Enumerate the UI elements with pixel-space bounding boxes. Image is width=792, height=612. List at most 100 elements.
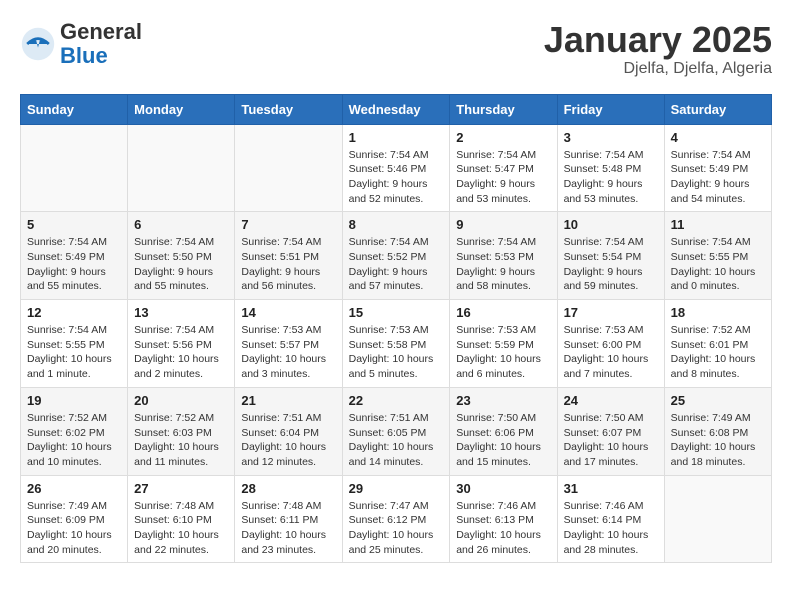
day-info: Sunrise: 7:52 AM Sunset: 6:03 PM Dayligh… <box>134 411 228 470</box>
day-info: Sunrise: 7:46 AM Sunset: 6:14 PM Dayligh… <box>564 499 658 558</box>
day-number: 9 <box>456 217 550 232</box>
day-number: 25 <box>671 393 765 408</box>
day-number: 5 <box>27 217 121 232</box>
day-number: 28 <box>241 481 335 496</box>
calendar-cell: 29 Sunrise: 7:47 AM Sunset: 6:12 PM Dayli… <box>342 475 450 563</box>
day-info: Sunrise: 7:53 AM Sunset: 6:00 PM Dayligh… <box>564 323 658 382</box>
day-number: 31 <box>564 481 658 496</box>
day-info: Sunrise: 7:50 AM Sunset: 6:07 PM Dayligh… <box>564 411 658 470</box>
day-number: 12 <box>27 305 121 320</box>
day-info: Sunrise: 7:51 AM Sunset: 6:05 PM Dayligh… <box>349 411 444 470</box>
logo-general-text: General <box>60 19 142 44</box>
calendar-cell: 17 Sunrise: 7:53 AM Sunset: 6:00 PM Dayli… <box>557 300 664 388</box>
calendar-week-4: 19Sunrise: 7:52 AM Sunset: 6:02 PM Dayli… <box>21 387 772 475</box>
calendar-cell: 14 Sunrise: 7:53 AM Sunset: 5:57 PM Dayli… <box>235 300 342 388</box>
day-info: Sunrise: 7:48 AM Sunset: 6:11 PM Dayligh… <box>241 499 335 558</box>
weekday-header-saturday: Saturday <box>664 94 771 124</box>
day-info: Sunrise: 7:46 AM Sunset: 6:13 PM Dayligh… <box>456 499 550 558</box>
calendar-table: SundayMondayTuesdayWednesdayThursdayFrid… <box>20 94 772 564</box>
day-info: Sunrise: 7:51 AM Sunset: 6:04 PM Dayligh… <box>241 411 335 470</box>
calendar-cell: 4 Sunrise: 7:54 AM Sunset: 5:49 PM Daylig… <box>664 124 771 212</box>
calendar-cell: 25 Sunrise: 7:49 AM Sunset: 6:08 PM Dayli… <box>664 387 771 475</box>
day-info: Sunrise: 7:47 AM Sunset: 6:12 PM Dayligh… <box>349 499 444 558</box>
calendar-cell: 8Sunrise: 7:54 AM Sunset: 5:52 PM Daylig… <box>342 212 450 300</box>
calendar-cell <box>21 124 128 212</box>
day-number: 24 <box>564 393 658 408</box>
day-number: 22 <box>349 393 444 408</box>
calendar-cell: 11Sunrise: 7:54 AM Sunset: 5:55 PM Dayli… <box>664 212 771 300</box>
calendar-cell: 9Sunrise: 7:54 AM Sunset: 5:53 PM Daylig… <box>450 212 557 300</box>
day-info: Sunrise: 7:54 AM Sunset: 5:50 PM Dayligh… <box>134 235 228 294</box>
day-number: 3 <box>564 130 658 145</box>
day-number: 11 <box>671 217 765 232</box>
day-info: Sunrise: 7:49 AM Sunset: 6:09 PM Dayligh… <box>27 499 121 558</box>
day-info: Sunrise: 7:54 AM Sunset: 5:49 PM Dayligh… <box>671 148 765 207</box>
logo-blue-text: Blue <box>60 43 108 68</box>
calendar-cell: 6 Sunrise: 7:54 AM Sunset: 5:50 PM Daylig… <box>128 212 235 300</box>
calendar-cell: 21 Sunrise: 7:51 AM Sunset: 6:04 PM Dayli… <box>235 387 342 475</box>
calendar-cell: 31 Sunrise: 7:46 AM Sunset: 6:14 PM Dayli… <box>557 475 664 563</box>
calendar-cell <box>664 475 771 563</box>
day-number: 29 <box>349 481 444 496</box>
day-info: Sunrise: 7:53 AM Sunset: 5:59 PM Dayligh… <box>456 323 550 382</box>
day-info: Sunrise: 7:50 AM Sunset: 6:06 PM Dayligh… <box>456 411 550 470</box>
month-year-title: January 2025 <box>544 20 772 60</box>
calendar-cell: 20 Sunrise: 7:52 AM Sunset: 6:03 PM Dayli… <box>128 387 235 475</box>
day-info: Sunrise: 7:53 AM Sunset: 5:57 PM Dayligh… <box>241 323 335 382</box>
day-info: Sunrise: 7:54 AM Sunset: 5:47 PM Dayligh… <box>456 148 550 207</box>
logo-icon <box>20 26 56 62</box>
day-number: 15 <box>349 305 444 320</box>
calendar-cell: 3 Sunrise: 7:54 AM Sunset: 5:48 PM Daylig… <box>557 124 664 212</box>
page-header: General Blue January 2025 Djelfa, Djelfa… <box>20 20 772 78</box>
calendar-week-1: 1 Sunrise: 7:54 AM Sunset: 5:46 PM Daylig… <box>21 124 772 212</box>
calendar-cell <box>235 124 342 212</box>
day-number: 17 <box>564 305 658 320</box>
day-number: 20 <box>134 393 228 408</box>
calendar-cell: 16 Sunrise: 7:53 AM Sunset: 5:59 PM Dayli… <box>450 300 557 388</box>
day-info: Sunrise: 7:54 AM Sunset: 5:56 PM Dayligh… <box>134 323 228 382</box>
weekday-header-thursday: Thursday <box>450 94 557 124</box>
calendar-cell: 7Sunrise: 7:54 AM Sunset: 5:51 PM Daylig… <box>235 212 342 300</box>
calendar-cell: 15Sunrise: 7:53 AM Sunset: 5:58 PM Dayli… <box>342 300 450 388</box>
day-number: 26 <box>27 481 121 496</box>
calendar-week-5: 26 Sunrise: 7:49 AM Sunset: 6:09 PM Dayli… <box>21 475 772 563</box>
day-number: 8 <box>349 217 444 232</box>
calendar-cell: 13Sunrise: 7:54 AM Sunset: 5:56 PM Dayli… <box>128 300 235 388</box>
day-info: Sunrise: 7:54 AM Sunset: 5:49 PM Dayligh… <box>27 235 121 294</box>
calendar-cell: 18 Sunrise: 7:52 AM Sunset: 6:01 PM Dayli… <box>664 300 771 388</box>
calendar-cell: 28 Sunrise: 7:48 AM Sunset: 6:11 PM Dayli… <box>235 475 342 563</box>
day-info: Sunrise: 7:54 AM Sunset: 5:55 PM Dayligh… <box>27 323 121 382</box>
weekday-header-monday: Monday <box>128 94 235 124</box>
calendar-cell: 30 Sunrise: 7:46 AM Sunset: 6:13 PM Dayli… <box>450 475 557 563</box>
day-number: 30 <box>456 481 550 496</box>
day-number: 18 <box>671 305 765 320</box>
day-info: Sunrise: 7:54 AM Sunset: 5:48 PM Dayligh… <box>564 148 658 207</box>
logo: General Blue <box>20 20 142 68</box>
calendar-cell: 26 Sunrise: 7:49 AM Sunset: 6:09 PM Dayli… <box>21 475 128 563</box>
location-subtitle: Djelfa, Djelfa, Algeria <box>544 60 772 78</box>
day-number: 1 <box>349 130 444 145</box>
day-number: 10 <box>564 217 658 232</box>
day-info: Sunrise: 7:54 AM Sunset: 5:54 PM Dayligh… <box>564 235 658 294</box>
weekday-header-tuesday: Tuesday <box>235 94 342 124</box>
day-number: 4 <box>671 130 765 145</box>
day-info: Sunrise: 7:48 AM Sunset: 6:10 PM Dayligh… <box>134 499 228 558</box>
day-info: Sunrise: 7:49 AM Sunset: 6:08 PM Dayligh… <box>671 411 765 470</box>
calendar-cell: 22 Sunrise: 7:51 AM Sunset: 6:05 PM Dayli… <box>342 387 450 475</box>
day-number: 14 <box>241 305 335 320</box>
calendar-cell: 5 Sunrise: 7:54 AM Sunset: 5:49 PM Daylig… <box>21 212 128 300</box>
day-info: Sunrise: 7:54 AM Sunset: 5:46 PM Dayligh… <box>349 148 444 207</box>
weekday-header-friday: Friday <box>557 94 664 124</box>
weekday-header-sunday: Sunday <box>21 94 128 124</box>
day-number: 7 <box>241 217 335 232</box>
day-number: 21 <box>241 393 335 408</box>
calendar-cell: 23 Sunrise: 7:50 AM Sunset: 6:06 PM Dayli… <box>450 387 557 475</box>
day-number: 23 <box>456 393 550 408</box>
calendar-cell: 2 Sunrise: 7:54 AM Sunset: 5:47 PM Daylig… <box>450 124 557 212</box>
day-number: 6 <box>134 217 228 232</box>
calendar-header-row: SundayMondayTuesdayWednesdayThursdayFrid… <box>21 94 772 124</box>
calendar-cell: 10 Sunrise: 7:54 AM Sunset: 5:54 PM Dayli… <box>557 212 664 300</box>
day-number: 16 <box>456 305 550 320</box>
day-number: 2 <box>456 130 550 145</box>
day-info: Sunrise: 7:52 AM Sunset: 6:01 PM Dayligh… <box>671 323 765 382</box>
